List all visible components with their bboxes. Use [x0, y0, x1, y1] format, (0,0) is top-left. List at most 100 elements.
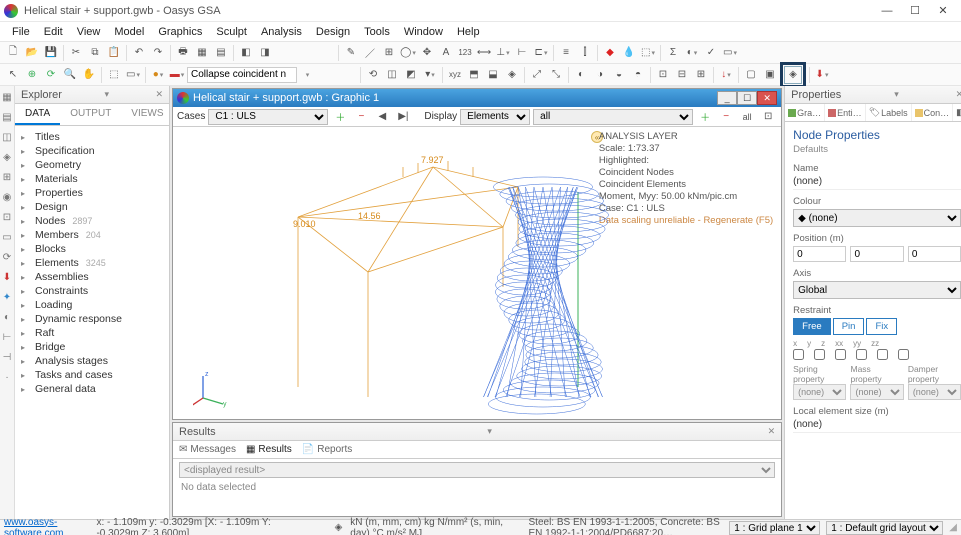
tree-item[interactable]: ▸Design	[15, 200, 169, 214]
tool-icon[interactable]: ⬚	[639, 44, 657, 62]
view-icon[interactable]: ◫	[383, 66, 401, 84]
node-icon[interactable]: ◆	[601, 44, 619, 62]
damper-select[interactable]: (none)	[908, 384, 961, 400]
highlighted-tool[interactable]: ◈	[780, 62, 806, 88]
tree-item[interactable]: ▸Raft	[15, 326, 169, 340]
node-mark-icon[interactable]: ●	[149, 66, 167, 84]
tool-icon[interactable]: ⊞	[692, 66, 710, 84]
pin-icon[interactable]: ▾	[104, 89, 109, 100]
pan-icon[interactable]: ✋	[80, 66, 98, 84]
proptab-gra[interactable]: Gra…	[785, 104, 825, 121]
strip-icon[interactable]: ⊡	[0, 210, 14, 224]
plan-icon[interactable]: ⬒	[465, 66, 483, 84]
status-gridplane[interactable]: 1 : Grid plane 1	[729, 521, 820, 535]
pos-y[interactable]	[850, 246, 903, 262]
graphic-min[interactable]: _	[717, 91, 737, 105]
localsize-value[interactable]: (none)	[793, 417, 961, 433]
restraint-fix[interactable]: Fix	[866, 318, 897, 335]
strip-icon[interactable]: ⊢	[0, 330, 14, 344]
undo-icon[interactable]: ↶	[130, 44, 148, 62]
cursor-icon[interactable]: ↖	[4, 66, 22, 84]
check-icon[interactable]: ✓	[702, 44, 720, 62]
elev-icon[interactable]: ⬓	[484, 66, 502, 84]
redo-icon[interactable]: ↷	[149, 44, 167, 62]
tool-icon[interactable]: ⊥	[494, 44, 512, 62]
dof-y[interactable]	[814, 349, 825, 360]
paste-icon[interactable]: 📋	[105, 44, 123, 62]
dim-icon[interactable]: ⊢	[513, 44, 531, 62]
dof-x[interactable]	[793, 349, 804, 360]
tool-icon[interactable]: ▤	[212, 44, 230, 62]
strip-icon[interactable]: ·	[0, 370, 14, 384]
coincident-nodes-icon[interactable]: ◈	[784, 66, 802, 84]
tree-item[interactable]: ▸Nodes2897	[15, 214, 169, 228]
tab-views[interactable]: VIEWS	[121, 104, 173, 125]
minimize-button[interactable]: —	[873, 2, 901, 20]
arrow-icon[interactable]: ↓	[717, 66, 735, 84]
tool-icon[interactable]: ⟷	[475, 44, 493, 62]
restraint-pin[interactable]: Pin	[833, 318, 865, 335]
target-icon[interactable]: ⊕	[23, 66, 41, 84]
perspective-icon[interactable]: ◩	[402, 66, 420, 84]
spring-select[interactable]: (none)	[793, 384, 846, 400]
proptab-enti[interactable]: Enti…	[825, 104, 866, 121]
elem-mark-icon[interactable]: ▬	[168, 66, 186, 84]
tree-item[interactable]: ▸Tasks and cases	[15, 368, 169, 382]
tab-results[interactable]: ▦Results	[246, 444, 292, 455]
menu-model[interactable]: Model	[108, 24, 150, 40]
tree-item[interactable]: ▸Loading	[15, 298, 169, 312]
scale-icon[interactable]: ⤢	[528, 66, 546, 84]
menu-tools[interactable]: Tools	[358, 24, 396, 40]
render-icon[interactable]: ◑	[591, 66, 609, 84]
collapse-input[interactable]	[187, 67, 297, 83]
tree-item[interactable]: ▸Assemblies	[15, 270, 169, 284]
tool-icon[interactable]: ⊏	[532, 44, 550, 62]
axis-icon[interactable]: xyz	[446, 66, 464, 84]
strip-icon[interactable]: ◐	[0, 310, 14, 324]
strip-icon[interactable]: ⊣	[0, 350, 14, 364]
dof-yy[interactable]	[877, 349, 888, 360]
menu-sculpt[interactable]: Sculpt	[210, 24, 253, 40]
rotate-icon[interactable]: ⟳	[42, 66, 60, 84]
filter-remove[interactable]: −	[717, 108, 735, 126]
tree-item[interactable]: ▸Specification	[15, 144, 169, 158]
strip-icon[interactable]: ▦	[0, 90, 14, 104]
case-remove[interactable]: −	[352, 108, 370, 126]
view-drop[interactable]: ▾	[421, 66, 439, 84]
tool-icon[interactable]: ◨	[256, 44, 274, 62]
tool-icon[interactable]: ▭	[721, 44, 739, 62]
tool-icon[interactable]: ▦	[193, 44, 211, 62]
case-prev[interactable]: ◀	[373, 108, 391, 126]
status-resize-grip[interactable]: ◢	[949, 522, 957, 533]
pos-z[interactable]	[908, 246, 961, 262]
proptab-dia[interactable]: ◧Dia…	[953, 104, 961, 121]
tree-item[interactable]: ▸Titles	[15, 130, 169, 144]
tool-icon[interactable]: ◧	[237, 44, 255, 62]
graphic-close[interactable]: ✕	[757, 91, 777, 105]
menu-edit[interactable]: Edit	[38, 24, 69, 40]
menu-design[interactable]: Design	[310, 24, 356, 40]
shape-icon[interactable]: ◯	[399, 44, 417, 62]
mass-select[interactable]: (none)	[850, 384, 903, 400]
strip-icon[interactable]: ⟳	[0, 250, 14, 264]
tool-icon[interactable]: ◐	[683, 44, 701, 62]
tree-item[interactable]: ▸Bridge	[15, 340, 169, 354]
cut-icon[interactable]: ✂	[67, 44, 85, 62]
filter-add[interactable]: ＋	[696, 108, 714, 126]
tree-item[interactable]: ▸Analysis stages	[15, 354, 169, 368]
text-icon[interactable]: A	[437, 44, 455, 62]
proptab-con[interactable]: Con…	[912, 104, 954, 121]
tree-item[interactable]: ▸Geometry	[15, 158, 169, 172]
tool-icon[interactable]: ⬇	[813, 66, 831, 84]
status-gridlayout[interactable]: 1 : Default grid layout	[826, 521, 943, 535]
strip-icon[interactable]: ✦	[0, 290, 14, 304]
restraint-free[interactable]: Free	[793, 318, 831, 335]
colour-select[interactable]: ◆ (none)	[793, 209, 961, 227]
tab-output[interactable]: OUTPUT	[60, 104, 121, 125]
tree-item[interactable]: ▸Dynamic response	[15, 312, 169, 326]
proptab-labels[interactable]: 🏷Labels	[866, 104, 912, 121]
tree-item[interactable]: ▸Blocks	[15, 242, 169, 256]
tool-icon[interactable]: ⊟	[673, 66, 691, 84]
dof-xx[interactable]	[856, 349, 867, 360]
status-link[interactable]: www.oasys-software.com	[4, 517, 88, 535]
